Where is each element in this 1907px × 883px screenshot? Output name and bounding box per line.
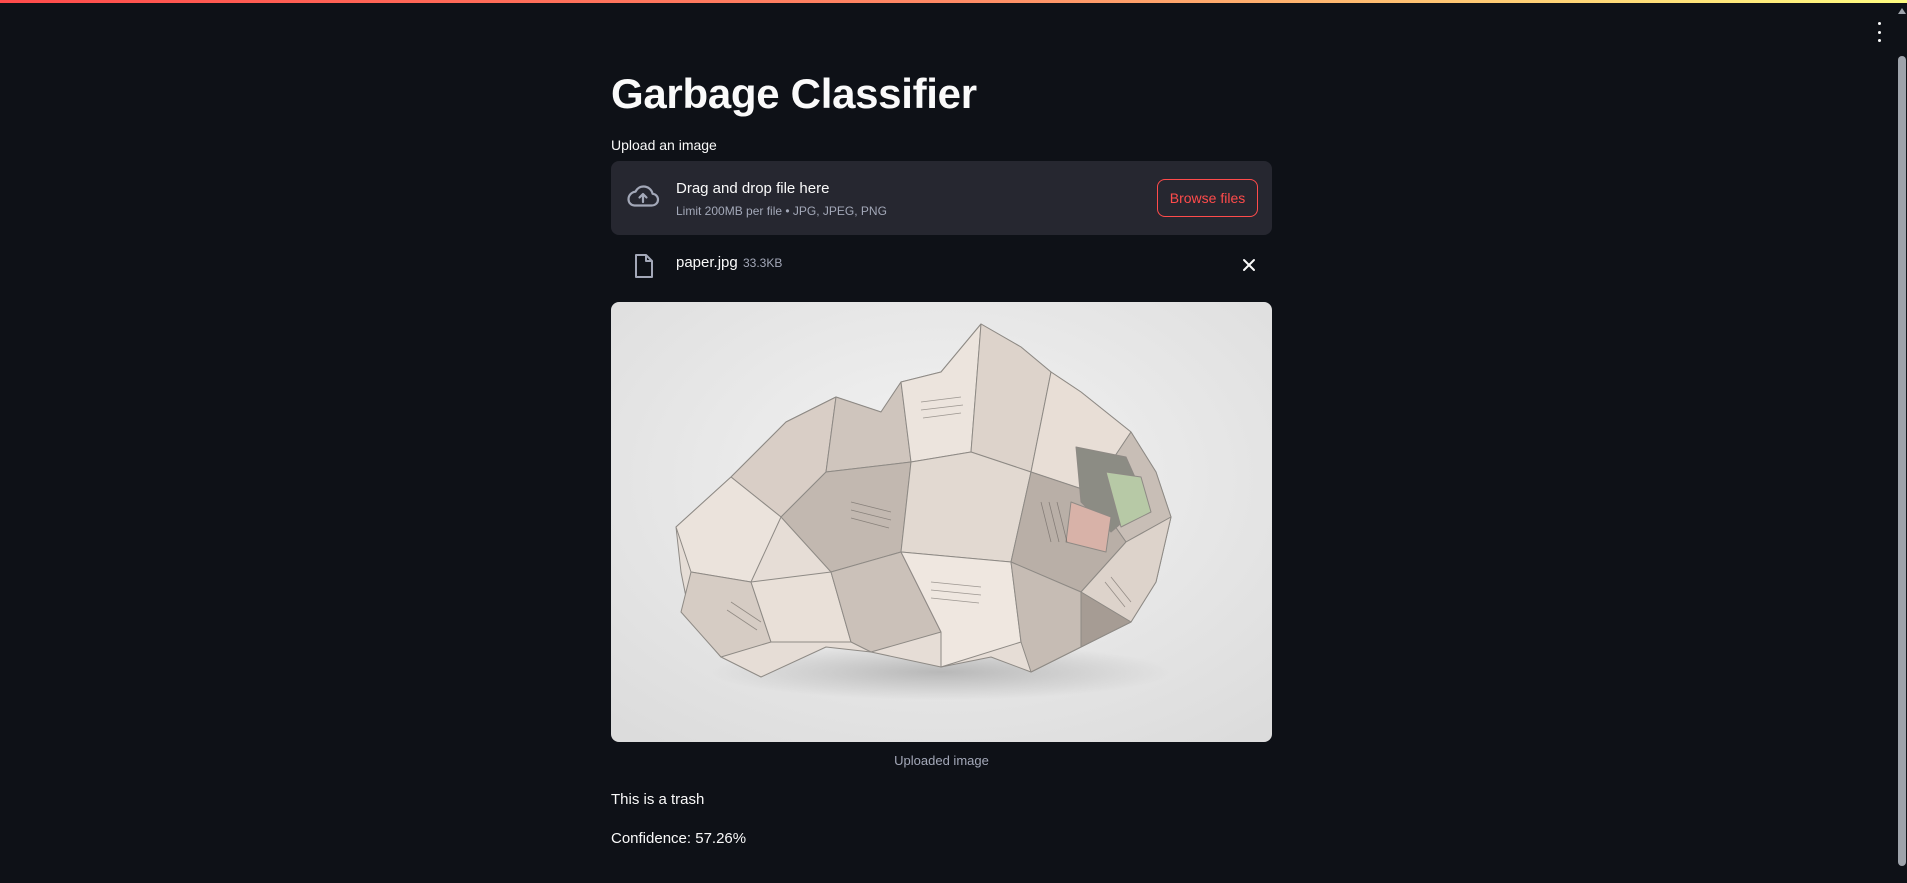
menu-dot [1877, 22, 1881, 25]
dropzone-title: Drag and drop file here [676, 180, 830, 197]
close-icon [1243, 259, 1255, 271]
image-caption: Uploaded image [894, 753, 989, 768]
scrollbar-thumb[interactable] [1898, 56, 1906, 866]
file-dropzone[interactable]: Drag and drop file here Limit 200MB per … [611, 161, 1272, 235]
crumpled-paper-photo [611, 302, 1272, 742]
uploaded-file-row: paper.jpg 33.3KB [611, 245, 1272, 285]
cloud-upload-icon [627, 185, 660, 207]
remove-file-button[interactable] [1238, 254, 1260, 276]
confidence-text: Confidence: 57.26% [611, 830, 747, 847]
uploaded-image [611, 302, 1272, 742]
prediction-text: This is a trash [611, 791, 705, 808]
upload-label: Upload an image [611, 137, 717, 153]
menu-dot [1877, 30, 1881, 34]
browse-files-button[interactable]: Browse files [1157, 179, 1258, 217]
main-menu-button[interactable] [1871, 22, 1887, 42]
dropzone-limit-text: Limit 200MB per file • JPG, JPEG, PNG [676, 204, 887, 218]
page-title: Garbage Classifier [611, 70, 977, 117]
file-size: 33.3KB [743, 256, 783, 270]
header-decoration-bar [0, 0, 1907, 3]
file-icon [635, 254, 653, 278]
scroll-up-arrow-icon[interactable] [1898, 8, 1906, 14]
menu-dot [1877, 39, 1881, 42]
file-name: paper.jpg [676, 254, 738, 271]
page-scrollbar[interactable] [1897, 4, 1907, 883]
